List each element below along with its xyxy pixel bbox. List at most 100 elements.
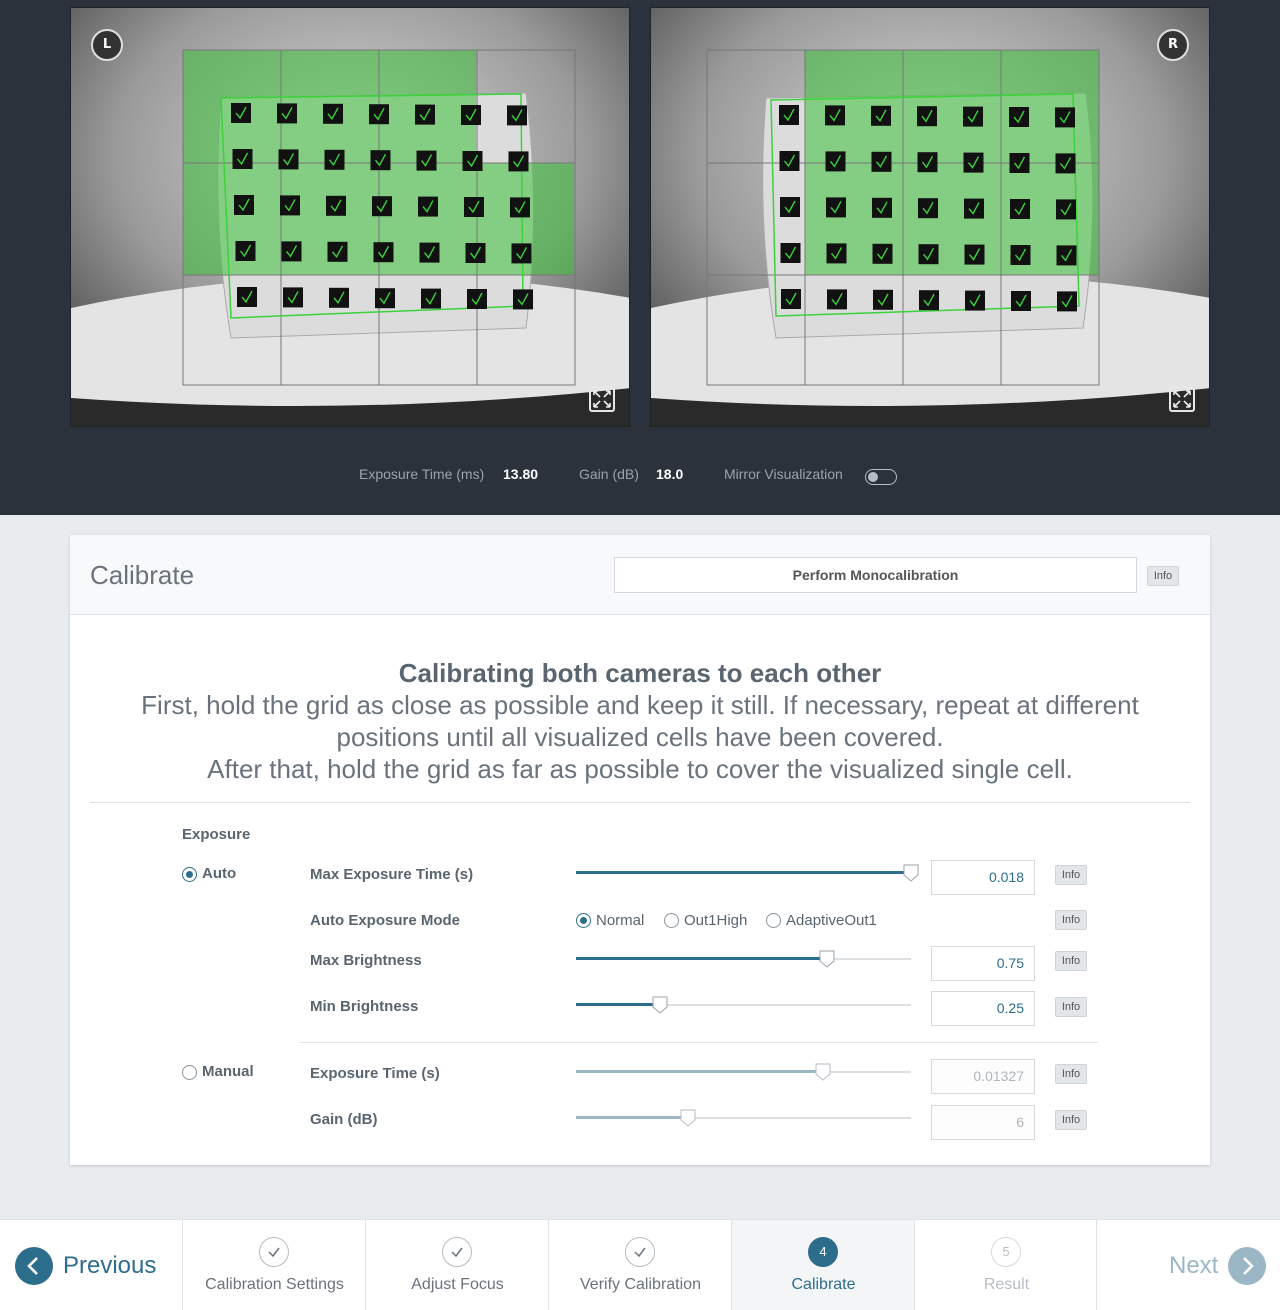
instructions: Calibrating both cameras to each other F… [70, 657, 1210, 785]
radio-button[interactable] [576, 913, 591, 928]
mirror-visualization-toggle[interactable] [865, 469, 897, 485]
camera-info-bar: Exposure Time (ms) 13.80 Gain (dB) 18.0 … [0, 466, 1280, 486]
marker-square [511, 243, 532, 264]
marker-square [1056, 245, 1077, 266]
info-button[interactable]: Info [1055, 910, 1087, 930]
gain-value: 18.0 [656, 466, 684, 482]
next-button[interactable]: Next [1098, 1220, 1280, 1310]
step-adjust-focus[interactable]: Adjust Focus [365, 1220, 548, 1310]
max-brightness-input[interactable]: 0.75 [931, 946, 1035, 981]
radio-button[interactable] [664, 913, 679, 928]
instructions-line: After that, hold the grid as far as poss… [207, 754, 1073, 784]
step-verify-calibration[interactable]: Verify Calibration [548, 1220, 731, 1310]
marker-square [421, 288, 441, 309]
marker-square [415, 104, 435, 125]
marker-square [1009, 153, 1030, 173]
marker-square [873, 289, 893, 310]
chevron-right-icon [1228, 1247, 1266, 1285]
max-exposure-time-slider[interactable] [576, 864, 919, 884]
max-brightness-slider[interactable] [576, 950, 911, 970]
gain-input[interactable]: 6 [931, 1105, 1035, 1140]
marker-square [1055, 107, 1075, 128]
marker-square [1011, 291, 1031, 311]
marker-square [370, 150, 391, 171]
min-brightness-slider[interactable] [576, 996, 911, 1016]
perform-monocalibration-button[interactable]: Perform Monocalibration [614, 557, 1137, 593]
exposure-time-label: Exposure Time (ms) [359, 466, 485, 482]
slider-thumb[interactable] [680, 1109, 696, 1127]
calibrate-panel: Calibrate Perform Monocalibration Info C… [70, 535, 1210, 1165]
marker-square [416, 150, 437, 171]
marker-square [281, 241, 302, 262]
mode-option-label: Normal [596, 912, 645, 929]
exposure-section-label: Exposure [182, 826, 251, 843]
left-camera-view[interactable]: L [70, 7, 630, 427]
marker-square [917, 106, 937, 127]
marker-square [277, 103, 297, 124]
slider-thumb[interactable] [819, 950, 835, 968]
info-button[interactable]: Info [1055, 951, 1087, 971]
slider-fill [576, 1070, 823, 1073]
marker-square [235, 241, 256, 261]
info-button[interactable]: Info [1055, 997, 1087, 1017]
divider [90, 802, 1190, 803]
info-button[interactable]: Info [1055, 865, 1087, 885]
marker-square [278, 149, 299, 170]
gain-label: Gain (dB) [579, 466, 639, 482]
gain-slider[interactable] [576, 1109, 911, 1129]
manual-radio-button[interactable] [182, 1065, 197, 1080]
radio-button[interactable] [766, 913, 781, 928]
right-camera-view[interactable]: R [650, 7, 1210, 427]
min-brightness-input[interactable]: 0.25 [931, 991, 1035, 1026]
marker-square [917, 152, 938, 173]
info-button[interactable]: Info [1147, 566, 1179, 586]
marker-square [373, 242, 394, 263]
panel-title: Calibrate [90, 560, 195, 590]
marker-square [461, 105, 481, 125]
marker-square [419, 242, 440, 263]
max-exposure-time-input[interactable]: 0.018 [931, 860, 1035, 895]
marker-square [326, 195, 346, 216]
expand-icon[interactable] [589, 386, 615, 412]
previous-label: Previous [63, 1252, 157, 1279]
marker-square [779, 105, 799, 125]
step-calibrate[interactable]: 4 Calibrate [731, 1220, 914, 1310]
marker-square [963, 152, 984, 173]
marker-square [462, 151, 483, 171]
marker-square [283, 287, 303, 308]
exposure-time-label: Exposure Time (s) [310, 1065, 440, 1082]
exposure-time-slider[interactable] [576, 1063, 911, 1083]
marker-square [871, 151, 892, 172]
marker-square [1010, 199, 1030, 219]
gain-label: Gain (dB) [310, 1111, 378, 1128]
marker-square [513, 289, 533, 310]
step-calibration-settings[interactable]: Calibration Settings [182, 1220, 365, 1310]
mode-option-label: Out1High [684, 912, 748, 929]
step-label: Adjust Focus [411, 1276, 504, 1293]
marker-square [827, 289, 847, 310]
previous-button[interactable]: Previous [0, 1220, 182, 1310]
marker-square [372, 196, 392, 217]
right-camera-badge: R [1157, 29, 1189, 61]
step-result[interactable]: 5 Result [914, 1220, 1097, 1310]
slider-thumb[interactable] [652, 996, 668, 1014]
marker-square [237, 287, 257, 307]
marker-square [418, 196, 438, 217]
marker-square [234, 195, 254, 215]
slider-thumb[interactable] [815, 1063, 831, 1081]
marker-square [872, 243, 893, 264]
marker-square [329, 287, 349, 308]
auto-radio-button[interactable] [182, 867, 197, 882]
info-button[interactable]: Info [1055, 1064, 1087, 1084]
info-button[interactable]: Info [1055, 1110, 1087, 1130]
slider-thumb[interactable] [903, 864, 919, 882]
check-icon [259, 1237, 289, 1267]
exposure-time-input[interactable]: 0.01327 [931, 1059, 1035, 1094]
marker-square [465, 243, 486, 263]
expand-icon[interactable] [1169, 386, 1195, 412]
left-camera-badge: L [91, 29, 123, 61]
marker-square [324, 149, 345, 170]
marker-square [232, 149, 253, 169]
step-number-badge: 5 [991, 1237, 1021, 1267]
panel-header: Calibrate Perform Monocalibration Info [70, 535, 1210, 615]
